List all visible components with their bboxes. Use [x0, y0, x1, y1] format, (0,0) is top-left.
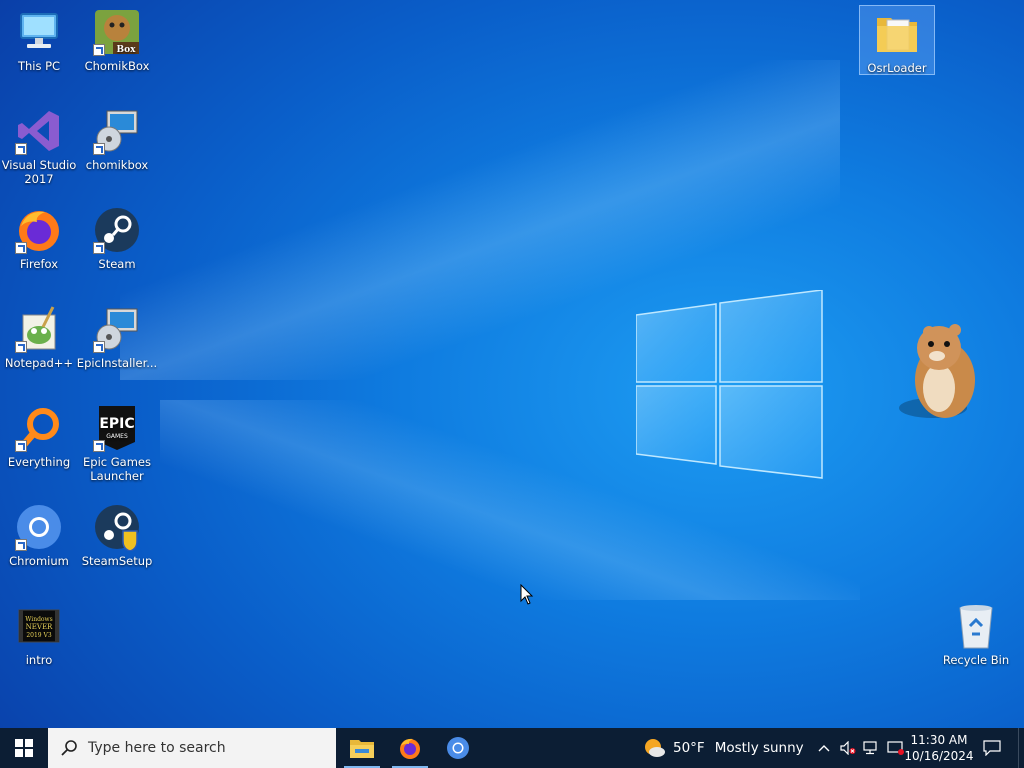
- recycle-bin-icon: [952, 602, 1000, 650]
- weather-widget[interactable]: 50°F Mostly sunny: [643, 728, 804, 768]
- shortcut-arrow-icon: [93, 440, 105, 452]
- svg-text:2019 V3: 2019 V3: [26, 632, 52, 639]
- show-desktop-button[interactable]: [1018, 728, 1024, 768]
- installer-icon: [93, 107, 141, 155]
- action-center-button[interactable]: [976, 728, 1008, 768]
- partly-sunny-icon: [645, 739, 665, 757]
- everything-icon: [15, 404, 63, 452]
- icon-label: OsrLoader: [867, 61, 927, 75]
- installer-icon: [93, 305, 141, 353]
- computer-icon: [15, 8, 63, 56]
- taskbar-clock[interactable]: 11:30 AM 10/16/2024: [904, 732, 974, 764]
- svg-text:Box: Box: [117, 45, 137, 55]
- desktop-icon-chomikbox[interactable]: Box ChomikBox: [79, 4, 155, 96]
- chomikbox-icon: Box: [93, 8, 141, 56]
- desktop-icon-epic-games[interactable]: EPIC GAMES Epic Games Launcher: [79, 400, 155, 488]
- taskbar: Type here to search 50°F Mostly sunny 11…: [0, 728, 1024, 768]
- search-placeholder: Type here to search: [88, 740, 226, 756]
- desktop-icon-everything[interactable]: Everything: [1, 400, 77, 492]
- icon-label: SteamSetup: [81, 554, 153, 568]
- icon-label: Steam: [98, 257, 136, 271]
- shortcut-arrow-icon: [15, 341, 27, 353]
- shortcut-arrow-icon: [93, 242, 105, 254]
- network-icon: [863, 741, 877, 755]
- file-explorer-icon: [350, 740, 374, 758]
- icon-label: This PC: [17, 59, 61, 73]
- desktop-icon-steam[interactable]: Steam: [79, 202, 155, 294]
- network-button[interactable]: [860, 728, 884, 768]
- taskbar-file-explorer[interactable]: [338, 728, 386, 768]
- weather-temperature: 50°F: [673, 740, 705, 756]
- icon-label: ChomikBox: [84, 59, 150, 73]
- windows-logo-wallpaper: [636, 290, 823, 479]
- weather-description: Mostly sunny: [714, 740, 804, 756]
- shortcut-arrow-icon: [15, 440, 27, 452]
- taskbar-search-box[interactable]: Type here to search: [48, 728, 336, 768]
- steam-icon: [93, 206, 141, 254]
- system-tray: [812, 728, 908, 768]
- svg-text:EPIC: EPIC: [99, 416, 134, 432]
- icon-label: Recycle Bin: [942, 653, 1010, 667]
- icon-label: Chromium: [9, 554, 69, 568]
- desktop-icon-visual-studio[interactable]: Visual Studio 2017: [1, 103, 77, 195]
- icon-label: Notepad++: [4, 356, 74, 370]
- icon-label: Visual Studio 2017: [1, 158, 77, 186]
- firefox-icon: [400, 738, 420, 759]
- volume-muted-icon: [840, 741, 856, 755]
- icon-label: EpicInstaller...: [76, 356, 158, 370]
- desktop-icon-notepadpp[interactable]: Notepad++: [1, 301, 77, 393]
- chromium-icon: [447, 737, 469, 759]
- folder-icon: [873, 10, 921, 58]
- desktop-icon-osrloader[interactable]: OsrLoader: [859, 5, 935, 75]
- desktop-icon-steam-setup[interactable]: SteamSetup: [79, 499, 155, 591]
- steam-setup-icon: [93, 503, 141, 552]
- taskbar-firefox[interactable]: [386, 728, 434, 768]
- icon-label: Firefox: [19, 257, 59, 271]
- volume-button[interactable]: [836, 728, 860, 768]
- icon-label: chomikbox: [85, 158, 149, 172]
- desktop[interactable]: This PC Visual Studio 2017 Firefox Notep…: [0, 0, 1024, 728]
- display-alert-icon: [887, 741, 904, 755]
- icon-label: Everything: [7, 455, 71, 469]
- icon-label: intro: [25, 653, 53, 667]
- firefox-icon: [15, 206, 63, 254]
- video-icon: Windows NEVER 2019 V3: [15, 602, 63, 650]
- desktop-icon-chromium[interactable]: Chromium: [1, 499, 77, 591]
- shortcut-arrow-icon: [15, 143, 27, 155]
- shortcut-arrow-icon: [93, 143, 105, 155]
- windows-start-icon: [15, 739, 33, 757]
- notification-icon: [983, 740, 1001, 756]
- svg-text:GAMES: GAMES: [106, 433, 128, 440]
- desktop-icon-epic-installer[interactable]: EpicInstaller...: [76, 301, 158, 393]
- desktop-icon-recycle-bin[interactable]: Recycle Bin: [938, 598, 1014, 690]
- visual-studio-icon: [15, 107, 63, 155]
- chromium-icon: [15, 503, 63, 551]
- svg-text:Windows: Windows: [25, 616, 53, 623]
- icon-label: Epic Games Launcher: [83, 455, 151, 483]
- start-button[interactable]: [0, 728, 48, 768]
- clock-time: 11:30 AM: [910, 733, 968, 747]
- shortcut-arrow-icon: [15, 539, 27, 551]
- desktop-icon-this-pc[interactable]: This PC: [1, 4, 77, 96]
- notepadpp-icon: [15, 305, 63, 353]
- chevron-up-icon: [818, 745, 830, 752]
- shortcut-arrow-icon: [93, 44, 105, 56]
- desktop-icon-intro[interactable]: Windows NEVER 2019 V3 intro: [1, 598, 77, 690]
- show-hidden-icons-button[interactable]: [812, 728, 836, 768]
- shortcut-arrow-icon: [15, 242, 27, 254]
- search-icon: [61, 740, 77, 756]
- desktop-icon-firefox[interactable]: Firefox: [1, 202, 77, 294]
- clock-date: 10/16/2024: [904, 749, 974, 763]
- mouse-cursor-icon: [520, 584, 534, 605]
- shortcut-arrow-icon: [93, 341, 105, 353]
- taskbar-chromium[interactable]: [434, 728, 482, 768]
- svg-text:NEVER: NEVER: [26, 623, 53, 631]
- desktop-icon-chomikbox-installer[interactable]: chomikbox: [79, 103, 155, 195]
- epic-games-icon: EPIC GAMES: [93, 404, 141, 452]
- hamster-desktop-pet[interactable]: [893, 318, 985, 426]
